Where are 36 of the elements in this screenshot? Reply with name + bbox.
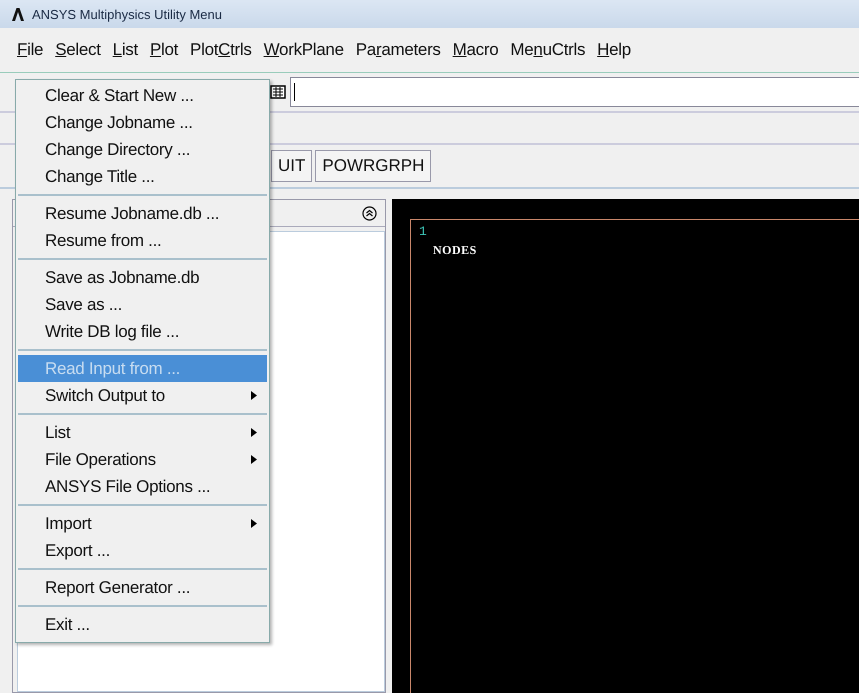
menu-option[interactable]: ANSYS File Options ...: [18, 473, 267, 500]
menu-item[interactable]: Help: [597, 40, 631, 60]
menu-item[interactable]: Macro: [452, 40, 498, 60]
menu-option[interactable]: File Operations: [18, 446, 267, 473]
menu-item[interactable]: Select: [55, 40, 101, 60]
menu-option[interactable]: Resume Jobname.db ...: [18, 200, 267, 227]
menu-item[interactable]: WorkPlane: [264, 40, 344, 60]
menu-item[interactable]: PlotCtrls: [190, 40, 252, 60]
menu-option[interactable]: Change Jobname ...: [18, 109, 267, 136]
keyboard-icon[interactable]: [270, 84, 286, 100]
menu-option[interactable]: List: [18, 419, 267, 446]
menu-option[interactable]: Change Title ...: [18, 163, 267, 190]
menu-option[interactable]: Exit ...: [18, 611, 267, 638]
toolbar-button[interactable]: UIT: [271, 150, 312, 182]
menu-item[interactable]: Plot: [150, 40, 178, 60]
menu-option[interactable]: Resume from ...: [18, 227, 267, 254]
menu-item[interactable]: Parameters: [356, 40, 441, 60]
command-input-field[interactable]: [290, 77, 859, 107]
toolbar-button[interactable]: POWRGRPH: [315, 150, 432, 182]
menu-option[interactable]: Save as ...: [18, 291, 267, 318]
plot-label: NODES: [433, 243, 478, 258]
menu-item[interactable]: List: [112, 40, 138, 60]
menu-item[interactable]: File: [17, 40, 44, 60]
menu-item[interactable]: MenuCtrls: [510, 40, 586, 60]
menu-option[interactable]: Report Generator ...: [18, 574, 267, 601]
menu-option[interactable]: Switch Output to: [18, 382, 267, 409]
collapse-icon[interactable]: [362, 206, 377, 220]
menu-option[interactable]: Save as Jobname.db: [18, 264, 267, 291]
menu-option[interactable]: Import: [18, 510, 267, 537]
menu-option[interactable]: Export ...: [18, 537, 267, 564]
menu-option[interactable]: Write DB log file ...: [18, 318, 267, 345]
window-number: 1: [419, 224, 428, 239]
menu-option[interactable]: Clear & Start New ...: [18, 82, 267, 109]
logo-icon: [12, 8, 24, 20]
window-title: ANSYS Multiphysics Utility Menu: [32, 6, 222, 22]
menu-option[interactable]: Change Directory ...: [18, 136, 267, 163]
